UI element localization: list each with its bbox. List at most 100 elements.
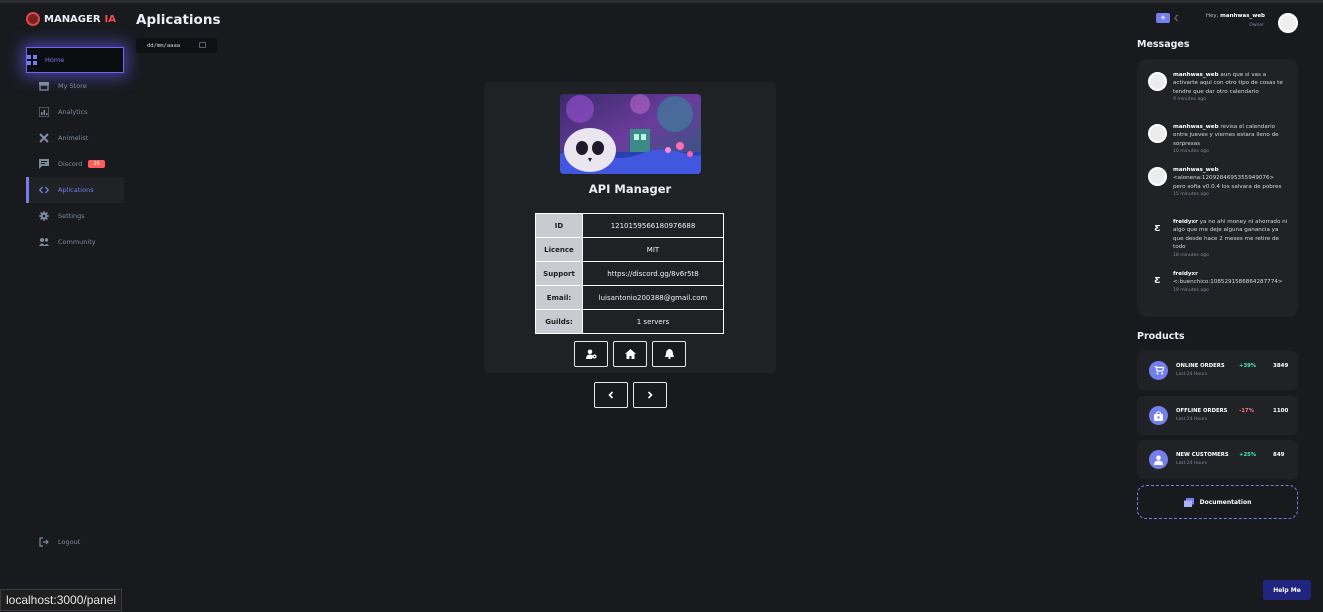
row-value: 1 servers: [582, 309, 724, 334]
notifications-button[interactable]: [652, 341, 686, 367]
product-value: 849: [1273, 452, 1285, 458]
table-row: ID 1210159566180976688: [535, 213, 724, 238]
row-value: https://discord.gg/8v6r5t8: [582, 261, 724, 286]
sidebar-item-my-store[interactable]: My Store: [26, 73, 124, 99]
message-text: <alonena:1209284695355949076> pero sofia…: [1173, 175, 1282, 190]
sidebar-item-label: My Store: [58, 82, 87, 90]
sidebar-item-aplications[interactable]: Aplications: [26, 177, 124, 203]
message-time: 9 minutes ago: [1173, 97, 1206, 103]
message-user: freidyxr: [1173, 271, 1198, 277]
product-change: +39%: [1239, 363, 1257, 369]
row-value: 1210159566180976688: [582, 213, 724, 238]
sidebar-item-animelist[interactable]: Animelist: [26, 125, 124, 151]
date-input[interactable]: dd/mm/aaaa: [136, 38, 217, 53]
product-card[interactable]: NEW CUSTOMERS Last 24 Hours +25% 849: [1137, 440, 1298, 479]
brand-suffix: IA: [104, 13, 117, 25]
product-name: OFFLINE ORDERS: [1176, 408, 1228, 414]
product-change: +25%: [1239, 452, 1257, 458]
sidebar: Home My Store Analytics Animelist Discor…: [26, 47, 124, 255]
message-item[interactable]: manhwas_web aun que si vas a activarte a…: [1148, 71, 1288, 102]
analytics-icon: [39, 107, 49, 117]
product-value: 3849: [1273, 363, 1289, 369]
chevron-right-icon: [647, 391, 653, 399]
sidebar-item-analytics[interactable]: Analytics: [26, 99, 124, 125]
next-button[interactable]: [633, 382, 667, 408]
notification-badge: 26: [88, 160, 105, 168]
message-item[interactable]: Ƹ freidyxr <:buenchico:108529158686428777…: [1148, 270, 1288, 293]
documentation-button[interactable]: Documentation: [1137, 485, 1298, 519]
help-button[interactable]: Help Me: [1263, 580, 1311, 600]
logout-icon: [39, 537, 49, 547]
message-text: <:buenchico:1085291586864287774>: [1173, 279, 1283, 286]
store-icon: [39, 81, 49, 91]
home-button[interactable]: [613, 341, 647, 367]
browser-status-url: localhost:3000/panel: [0, 589, 123, 611]
sidebar-item-community[interactable]: Community: [26, 229, 124, 255]
home-icon: [624, 349, 636, 359]
product-name: ONLINE ORDERS: [1176, 363, 1225, 369]
message-time: 10 minutes ago: [1173, 149, 1209, 155]
calendar-icon[interactable]: [199, 42, 206, 48]
table-row: Guilds: 1 servers: [535, 309, 724, 334]
message-user: manhwas_web: [1173, 72, 1219, 78]
product-name: NEW CUSTOMERS: [1176, 452, 1229, 458]
row-key: Guilds:: [535, 309, 583, 334]
message-icon: [39, 159, 49, 169]
logout-label: Logout: [58, 538, 81, 546]
greeting: Hey, manhwas_web: [1170, 13, 1265, 19]
documents-icon: [1183, 497, 1194, 507]
product-sub: Last 24 Hours: [1176, 417, 1208, 422]
previous-button[interactable]: [594, 382, 628, 408]
api-title: API Manager: [588, 182, 672, 196]
code-icon: [39, 185, 49, 195]
message-user: manhwas_web: [1173, 167, 1219, 173]
tools-icon: [39, 133, 49, 143]
sidebar-item-label: Animelist: [58, 134, 89, 142]
message-item[interactable]: Ƹ freidyxr ya no ahi money ni ahorrado n…: [1148, 218, 1288, 258]
message-time: 15 minutes ago: [1173, 192, 1209, 198]
sidebar-item-label: Home: [45, 56, 65, 64]
cart-icon: [1149, 361, 1168, 380]
avatar: [1148, 72, 1167, 91]
shopping-bag-icon: [1149, 406, 1168, 425]
user-gear-icon: [585, 349, 596, 359]
brand-logo[interactable]: MANAGER IA: [26, 12, 116, 26]
sidebar-item-label: Analytics: [58, 108, 88, 116]
product-value: 1100: [1273, 408, 1289, 414]
people-icon: [39, 237, 49, 247]
logout-button[interactable]: Logout: [26, 534, 80, 550]
row-key: ID: [535, 213, 583, 238]
product-card[interactable]: OFFLINE ORDERS Last 24 Hours -17% 1100: [1137, 396, 1298, 435]
logo-icon: [26, 12, 40, 26]
sidebar-item-settings[interactable]: Settings: [26, 203, 124, 229]
avatar[interactable]: [1278, 13, 1298, 33]
sidebar-item-discord[interactable]: Discord 26: [26, 151, 124, 177]
sun-icon[interactable]: ☀: [1156, 13, 1170, 23]
product-card[interactable]: ONLINE ORDERS Last 24 Hours +39% 3849: [1137, 351, 1298, 390]
message-item[interactable]: manhwas_web <alonena:1209284695355949076>…: [1148, 166, 1288, 197]
gear-icon: [39, 211, 49, 221]
avatar: Ƹ: [1148, 271, 1167, 290]
message-time: 19 minutes ago: [1173, 287, 1209, 293]
row-key: Licence: [535, 237, 583, 262]
sidebar-item-home[interactable]: Home: [26, 47, 124, 73]
username: manhwas_web: [1220, 13, 1265, 19]
avatar: [1148, 124, 1167, 143]
date-placeholder: dd/mm/aaaa: [147, 42, 181, 49]
message-item[interactable]: manhwas_web revisa el calendario entre j…: [1148, 123, 1288, 154]
row-value: luisantonio200388@gmail.com: [582, 285, 724, 310]
table-row: Licence MIT: [535, 237, 724, 262]
user-settings-button[interactable]: [574, 341, 608, 367]
chevron-left-icon: [608, 391, 614, 399]
documentation-label: Documentation: [1199, 498, 1252, 506]
bell-icon: [664, 349, 674, 359]
products-title: Products: [1137, 331, 1185, 342]
page-title: Aplications: [136, 12, 221, 28]
avatar: [1148, 167, 1167, 186]
messages-title: Messages: [1137, 39, 1190, 50]
message-user: manhwas_web: [1173, 124, 1219, 130]
brand-name: MANAGER: [44, 13, 101, 25]
avatar: Ƹ: [1148, 219, 1167, 238]
table-row: Email: luisantonio200388@gmail.com: [535, 285, 724, 310]
row-key: Support: [535, 261, 583, 286]
